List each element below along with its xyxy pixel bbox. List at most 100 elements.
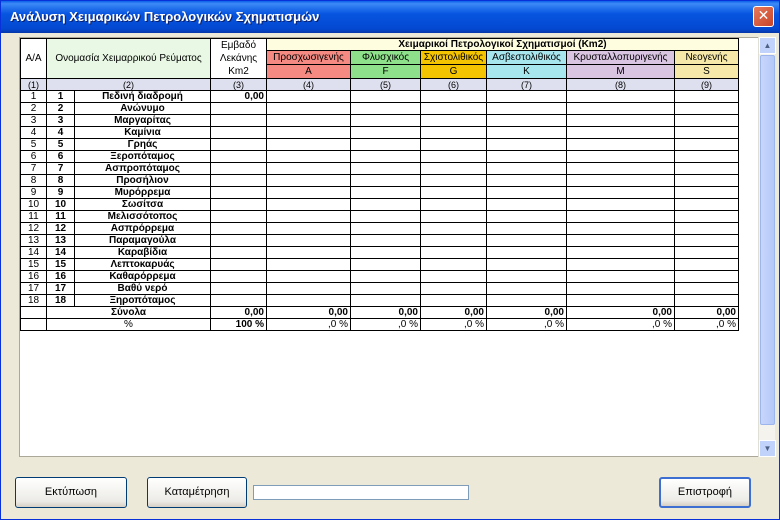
table-row[interactable]: 12 12 Ασπρόρρεμα <box>20 222 739 235</box>
cell-M[interactable] <box>566 126 675 139</box>
row-area[interactable] <box>210 282 267 295</box>
cell-A[interactable] <box>266 162 351 175</box>
cell-F[interactable] <box>350 270 421 283</box>
cell-M[interactable] <box>566 114 675 127</box>
cell-K[interactable] <box>486 222 567 235</box>
row-name[interactable]: Καραβίδια <box>74 246 211 259</box>
back-button[interactable]: Επιστροφή <box>659 477 751 508</box>
row-name[interactable]: Ασπροπόταμος <box>74 162 211 175</box>
cell-G[interactable] <box>420 90 487 103</box>
cell-G[interactable] <box>420 114 487 127</box>
cell-G[interactable] <box>420 198 487 211</box>
cell-K[interactable] <box>486 90 567 103</box>
cell-G[interactable] <box>420 294 487 307</box>
cell-F[interactable] <box>350 138 421 151</box>
row-name[interactable]: Λεπτοκαρυάς <box>74 258 211 271</box>
cell-G[interactable] <box>420 186 487 199</box>
row-name[interactable]: Ξηροπόταμος <box>74 294 211 307</box>
row-area[interactable] <box>210 234 267 247</box>
table-row[interactable]: 14 14 Καραβίδια <box>20 246 739 259</box>
cell-S[interactable] <box>674 126 739 139</box>
cell-A[interactable] <box>266 270 351 283</box>
cell-A[interactable] <box>266 282 351 295</box>
cell-G[interactable] <box>420 126 487 139</box>
table-row[interactable]: 6 6 Ξεροπόταμος <box>20 150 739 163</box>
cell-A[interactable] <box>266 90 351 103</box>
cell-A[interactable] <box>266 258 351 271</box>
cell-F[interactable] <box>350 150 421 163</box>
cell-A[interactable] <box>266 198 351 211</box>
cell-G[interactable] <box>420 258 487 271</box>
cell-A[interactable] <box>266 246 351 259</box>
row-area[interactable] <box>210 270 267 283</box>
row-name[interactable]: Παραμαγούλα <box>74 234 211 247</box>
cell-F[interactable] <box>350 246 421 259</box>
row-area[interactable] <box>210 246 267 259</box>
count-button[interactable]: Καταμέτρηση <box>147 477 247 508</box>
table-row[interactable]: 8 8 Προσήλιον <box>20 174 739 187</box>
cell-K[interactable] <box>486 186 567 199</box>
row-area[interactable] <box>210 258 267 271</box>
cell-M[interactable] <box>566 162 675 175</box>
cell-S[interactable] <box>674 246 739 259</box>
row-name[interactable]: Μελισσότοπος <box>74 210 211 223</box>
table-row[interactable]: 15 15 Λεπτοκαρυάς <box>20 258 739 271</box>
table-row[interactable]: 3 3 Μαργαρίτας <box>20 114 739 127</box>
cell-S[interactable] <box>674 162 739 175</box>
cell-F[interactable] <box>350 90 421 103</box>
row-name[interactable]: Προσήλιον <box>74 174 211 187</box>
cell-M[interactable] <box>566 90 675 103</box>
row-area[interactable] <box>210 114 267 127</box>
cell-M[interactable] <box>566 270 675 283</box>
cell-K[interactable] <box>486 174 567 187</box>
cell-K[interactable] <box>486 162 567 175</box>
table-row[interactable]: 17 17 Βαθύ νερό <box>20 282 739 295</box>
cell-F[interactable] <box>350 114 421 127</box>
row-name[interactable]: Ασπρόρρεμα <box>74 222 211 235</box>
cell-S[interactable] <box>674 114 739 127</box>
row-area[interactable] <box>210 150 267 163</box>
row-area[interactable] <box>210 210 267 223</box>
cell-F[interactable] <box>350 198 421 211</box>
cell-M[interactable] <box>566 258 675 271</box>
cell-S[interactable] <box>674 198 739 211</box>
cell-S[interactable] <box>674 138 739 151</box>
cell-A[interactable] <box>266 126 351 139</box>
title-bar[interactable]: Ανάλυση Χειμαρικών Πετρολογικών Σχηματισ… <box>1 1 779 33</box>
cell-K[interactable] <box>486 198 567 211</box>
cell-M[interactable] <box>566 210 675 223</box>
cell-F[interactable] <box>350 162 421 175</box>
table-row[interactable]: 9 9 Μυρόρρεμα <box>20 186 739 199</box>
cell-G[interactable] <box>420 174 487 187</box>
cell-G[interactable] <box>420 282 487 295</box>
cell-M[interactable] <box>566 246 675 259</box>
cell-S[interactable] <box>674 90 739 103</box>
cell-F[interactable] <box>350 282 421 295</box>
cell-A[interactable] <box>266 102 351 115</box>
scroll-down-icon[interactable]: ▼ <box>759 440 776 457</box>
cell-K[interactable] <box>486 234 567 247</box>
cell-M[interactable] <box>566 102 675 115</box>
cell-G[interactable] <box>420 210 487 223</box>
cell-G[interactable] <box>420 222 487 235</box>
cell-M[interactable] <box>566 198 675 211</box>
table-row[interactable]: 11 11 Μελισσότοπος <box>20 210 739 223</box>
close-button[interactable]: ✕ <box>753 6 774 27</box>
row-name[interactable]: Μυρόρρεμα <box>74 186 211 199</box>
row-area[interactable] <box>210 162 267 175</box>
row-name[interactable]: Σωσίτσα <box>74 198 211 211</box>
table-row[interactable]: 13 13 Παραμαγούλα <box>20 234 739 247</box>
cell-M[interactable] <box>566 174 675 187</box>
print-button[interactable]: Εκτύπωση <box>15 477 127 508</box>
cell-A[interactable] <box>266 222 351 235</box>
vertical-scrollbar[interactable]: ▲ ▼ <box>758 37 776 457</box>
cell-A[interactable] <box>266 234 351 247</box>
cell-A[interactable] <box>266 174 351 187</box>
cell-S[interactable] <box>674 150 739 163</box>
table-row[interactable]: 2 2 Ανώνυμο <box>20 102 739 115</box>
cell-F[interactable] <box>350 294 421 307</box>
row-name[interactable]: Ανώνυμο <box>74 102 211 115</box>
table-row[interactable]: 16 16 Καθαρόρρεμα <box>20 270 739 283</box>
table-row[interactable]: 18 18 Ξηροπόταμος <box>20 294 739 307</box>
cell-G[interactable] <box>420 246 487 259</box>
